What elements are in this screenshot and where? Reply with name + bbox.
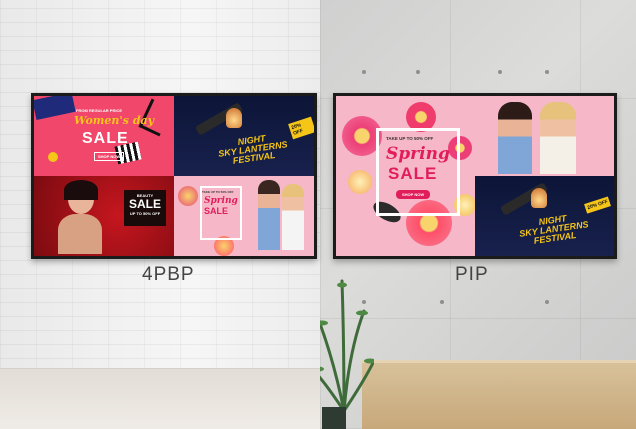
panel-spring-sale-small: TAKE UP TO 50% OFF Spring SALE xyxy=(174,176,314,256)
accessory-icon xyxy=(48,152,58,162)
panel-beauty-sale: BEAUTY SALE UP TO 50% OFF xyxy=(34,176,174,256)
wall-bolt xyxy=(545,300,549,304)
display-4pbp: FROM REGULAR PRICE Women's day SALE SHOP… xyxy=(31,93,317,259)
panel-womens-day: FROM REGULAR PRICE Women's day SALE SHOP… xyxy=(34,96,174,176)
model-hair-graphic xyxy=(64,180,98,200)
festival-title: NIGHT SKY LANTERNS FESTIVAL xyxy=(216,131,289,167)
model-graphic xyxy=(258,180,280,250)
lantern-icon xyxy=(226,108,242,128)
womens-day-button: SHOP NOW xyxy=(94,152,125,161)
potted-plant-icon xyxy=(320,279,374,411)
festival-badge: 20% OFF xyxy=(584,196,612,214)
spring-sale-headline: SALE xyxy=(388,164,438,183)
festival-badge: 20% OFF xyxy=(288,116,314,140)
spring-sale-button: SHOP NOW xyxy=(396,190,431,199)
screen-4pbp: FROM REGULAR PRICE Women's day SALE SHOP… xyxy=(34,96,314,256)
festival-badge-text: 20% OFF xyxy=(586,198,609,212)
wall-bolt xyxy=(362,70,366,74)
wall-bolt xyxy=(498,70,502,74)
wood-floor xyxy=(0,368,320,429)
panel-night-festival: 20% OFF NIGHT SKY LANTERNS FESTIVAL xyxy=(174,96,314,176)
caption-4pbp: 4PBP xyxy=(142,264,195,285)
wooden-sideboard xyxy=(362,360,636,429)
womens-day-kicker: FROM REGULAR PRICE xyxy=(76,108,122,113)
screen-pip: TAKE UP TO 50% OFF Spring SALE SHOP NOW … xyxy=(336,96,614,256)
wall-bolt xyxy=(545,70,549,74)
beauty-sale-sub: UP TO 50% OFF xyxy=(129,211,161,216)
spring-sale-script: Spring xyxy=(386,144,450,164)
spring-small-headline: SALE xyxy=(204,206,229,216)
womens-day-script: Women's day xyxy=(74,114,155,127)
paper-flower-icon xyxy=(178,186,198,206)
bag-graphic xyxy=(34,96,76,120)
festival-badge-text: 20% OFF xyxy=(290,122,304,137)
beauty-sale-box: BEAUTY SALE UP TO 50% OFF xyxy=(124,190,166,226)
spring-small-script: Spring xyxy=(204,196,238,206)
model-graphic xyxy=(540,102,576,174)
womens-day-headline: SALE xyxy=(82,130,129,147)
festival-title: NIGHT SKY LANTERNS FESTIVAL xyxy=(517,211,590,247)
beauty-sale-headline: SALE xyxy=(128,197,161,211)
caption-pip: PIP xyxy=(455,264,489,285)
plant-pot xyxy=(322,407,346,429)
model-shoulders-graphic xyxy=(58,214,102,254)
wall-bolt xyxy=(440,300,444,304)
lantern-icon xyxy=(531,188,547,208)
spring-small-kicker: TAKE UP TO 50% OFF xyxy=(202,190,234,194)
model-graphic xyxy=(498,102,532,174)
spring-sale-kicker: TAKE UP TO 50% OFF xyxy=(386,136,434,141)
paper-flower-icon xyxy=(348,170,372,194)
display-pip: TAKE UP TO 50% OFF Spring SALE SHOP NOW … xyxy=(333,93,617,259)
model-graphic xyxy=(282,184,304,250)
wall-bolt xyxy=(416,70,420,74)
pip-inset-night-festival: 20% OFF NIGHT SKY LANTERNS FESTIVAL xyxy=(475,176,614,256)
